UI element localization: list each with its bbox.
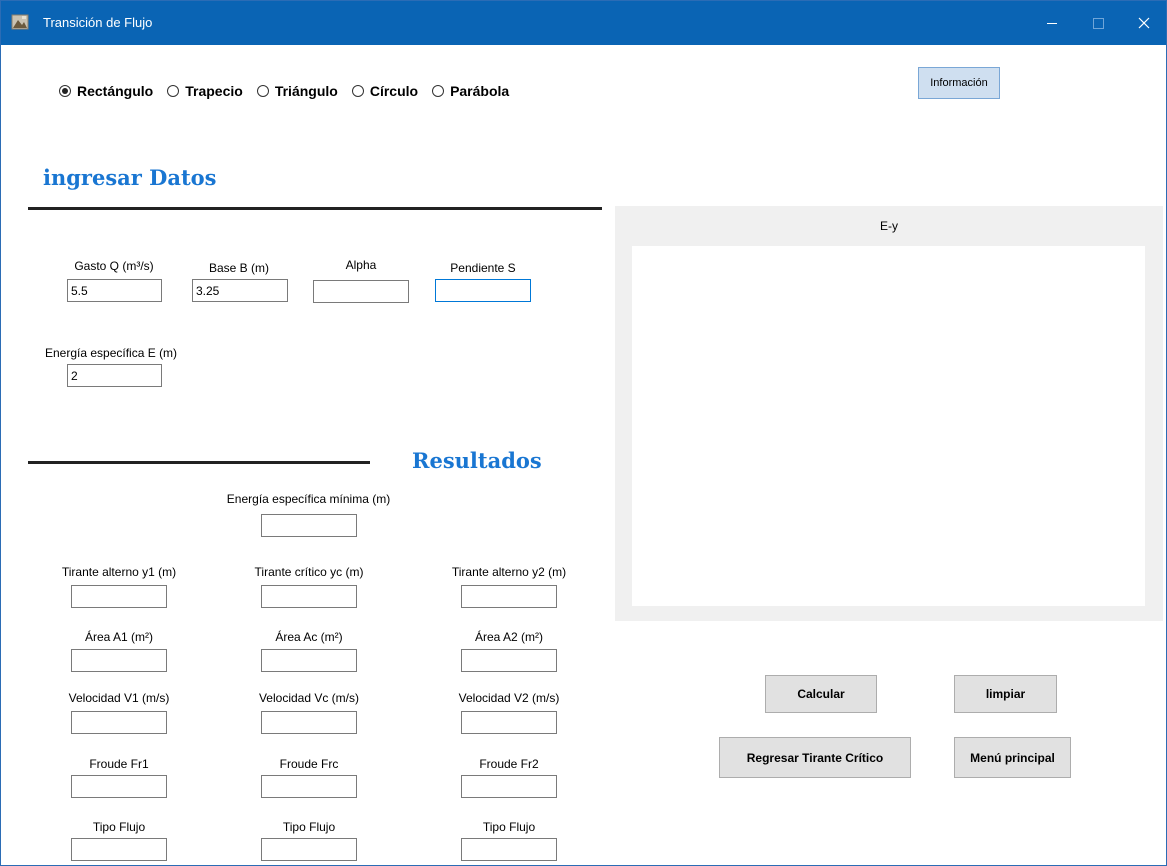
results-section-divider (28, 461, 370, 464)
tirante-y2-label: Tirante alterno y2 (m) (451, 565, 567, 579)
froude-frc-label: Froude Frc (279, 757, 339, 771)
input-section-title: ingresar Datos (43, 165, 217, 190)
radio-label: Parábola (450, 83, 510, 99)
gasto-input[interactable] (67, 279, 162, 302)
tipo-flujo-1-output[interactable] (71, 838, 167, 861)
froude-fr2-label: Froude Fr2 (479, 757, 539, 771)
radio-trapecio[interactable]: Trapecio (167, 83, 243, 99)
chart-plot-area (632, 246, 1145, 606)
pendiente-input[interactable] (435, 279, 531, 302)
maximize-icon (1092, 17, 1104, 29)
vel-vc-label: Velocidad Vc (m/s) (258, 691, 360, 705)
shape-radio-group: Rectángulo Trapecio Triángulo Círculo Pa… (59, 81, 523, 101)
title-bar[interactable]: Transición de Flujo (1, 1, 1166, 45)
area-a1-label: Área A1 (m²) (84, 630, 153, 644)
close-button[interactable] (1121, 1, 1166, 45)
radio-parabola[interactable]: Parábola (432, 83, 509, 99)
chart-title: E-y (880, 219, 898, 233)
froude-frc-output[interactable] (261, 775, 357, 798)
energia-label: Energía específica E (m) (45, 346, 178, 360)
tirante-yc-output[interactable] (261, 585, 357, 608)
radio-label: Triángulo (274, 83, 338, 99)
tirante-y1-output[interactable] (71, 585, 167, 608)
radio-rectangulo[interactable]: Rectángulo (59, 83, 153, 99)
froude-fr1-output[interactable] (71, 775, 167, 798)
tirante-y1-label: Tirante alterno y1 (m) (61, 565, 177, 579)
energia-min-label: Energía específica mínima (m) (226, 492, 391, 506)
energia-input[interactable] (67, 364, 162, 387)
vel-v1-label: Velocidad V1 (m/s) (68, 691, 170, 705)
radio-unchecked-icon (351, 85, 364, 97)
base-input[interactable] (192, 279, 288, 302)
froude-fr1-label: Froude Fr1 (89, 757, 149, 771)
menu-principal-button[interactable]: Menú principal (954, 737, 1071, 778)
maximize-button[interactable] (1075, 1, 1121, 45)
radio-unchecked-icon (256, 85, 269, 97)
base-label: Base B (m) (208, 261, 269, 275)
radio-label: Círculo (369, 83, 419, 99)
area-ac-output[interactable] (261, 649, 357, 672)
limpiar-button[interactable]: limpiar (954, 675, 1057, 713)
gasto-label: Gasto Q (m³/s) (74, 259, 154, 273)
radio-triangulo[interactable]: Triángulo (256, 83, 338, 99)
radio-circulo[interactable]: Círculo (351, 83, 419, 99)
regresar-tirante-critico-button[interactable]: Regresar Tirante Crítico (719, 737, 911, 778)
area-ac-label: Área Ac (m²) (275, 630, 343, 644)
vel-vc-output[interactable] (261, 711, 357, 734)
window-title: Transición de Flujo (43, 15, 153, 30)
alpha-input[interactable] (313, 280, 409, 303)
area-a2-output[interactable] (461, 649, 557, 672)
ey-chart-panel: E-y (615, 206, 1163, 621)
radio-label: Rectángulo (77, 83, 154, 99)
alpha-label: Alpha (345, 258, 377, 272)
minimize-icon (1047, 22, 1057, 24)
input-section-divider (28, 207, 602, 210)
area-a2-label: Área A2 (m²) (474, 630, 543, 644)
radio-unchecked-icon (167, 85, 180, 97)
energia-min-output[interactable] (261, 514, 357, 537)
tirante-y2-output[interactable] (461, 585, 557, 608)
area-a1-output[interactable] (71, 649, 167, 672)
vel-v2-output[interactable] (461, 711, 557, 734)
radio-label: Trapecio (185, 83, 243, 99)
calcular-button[interactable]: Calcular (765, 675, 877, 713)
close-icon (1138, 17, 1150, 29)
vel-v2-label: Velocidad V2 (m/s) (458, 691, 560, 705)
app-icon (11, 14, 29, 30)
results-section-title: Resultados (412, 448, 542, 473)
radio-unchecked-icon (432, 85, 445, 97)
tipo-flujo-2-label: Tipo Flujo (482, 820, 536, 834)
app-window: Transición de Flujo Rectángulo Trapecio (0, 0, 1167, 866)
froude-fr2-output[interactable] (461, 775, 557, 798)
tipo-flujo-1-label: Tipo Flujo (92, 820, 146, 834)
minimize-button[interactable] (1029, 1, 1075, 45)
info-button[interactable]: Información (918, 67, 1000, 99)
pendiente-label: Pendiente S (450, 261, 516, 275)
tipo-flujo-c-label: Tipo Flujo (282, 820, 336, 834)
tipo-flujo-2-output[interactable] (461, 838, 557, 861)
radio-checked-icon (59, 85, 71, 97)
tirante-yc-label: Tirante crítico yc (m) (254, 565, 364, 579)
tipo-flujo-c-output[interactable] (261, 838, 357, 861)
form-content: Rectángulo Trapecio Triángulo Círculo Pa… (1, 45, 1166, 865)
vel-v1-output[interactable] (71, 711, 167, 734)
